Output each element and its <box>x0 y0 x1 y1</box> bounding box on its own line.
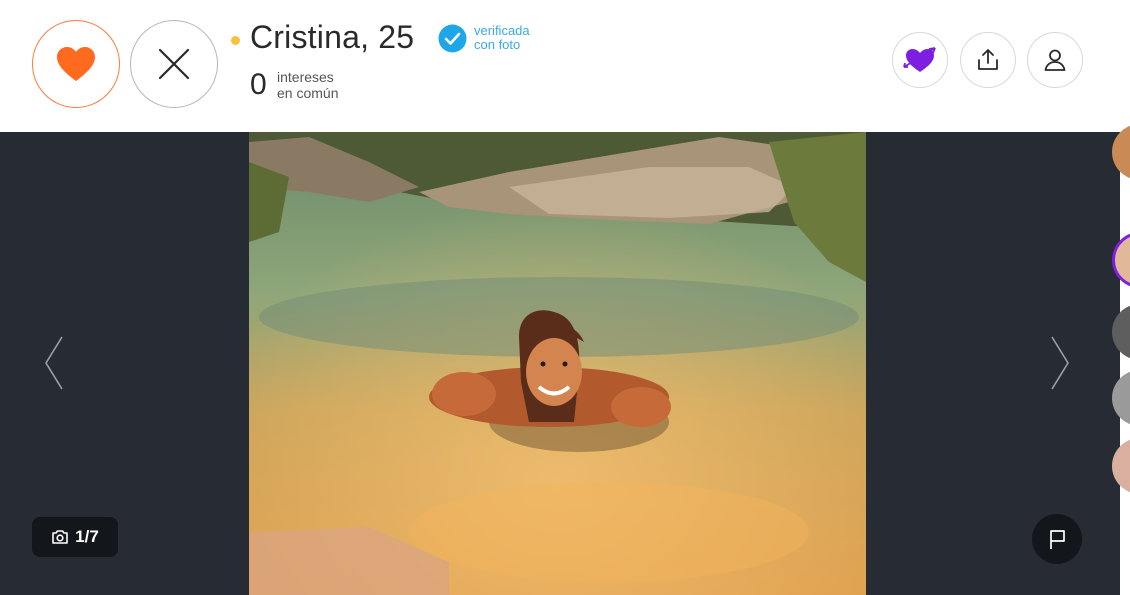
user-icon <box>1044 49 1066 71</box>
share-button[interactable] <box>960 32 1016 88</box>
online-status-dot <box>231 36 240 45</box>
dislike-button[interactable] <box>130 20 218 108</box>
camera-icon <box>52 530 68 544</box>
flag-icon <box>1050 530 1065 549</box>
report-button[interactable] <box>1032 514 1082 564</box>
profile-name: Cristina, 25 <box>250 19 415 55</box>
crush-button[interactable] <box>892 32 948 88</box>
verified-label-line1: verificada <box>474 23 530 38</box>
heart-icon <box>57 47 95 81</box>
close-icon <box>158 48 190 80</box>
verified-label: verificada con foto <box>474 24 530 52</box>
share-icon <box>978 49 998 70</box>
common-interests-line1: intereses <box>277 69 334 85</box>
photo-counter: 1/7 <box>32 517 118 557</box>
like-button[interactable] <box>32 20 120 108</box>
verified-badge-icon <box>438 24 467 53</box>
profile-photo[interactable] <box>249 132 866 595</box>
common-interests-line2: en común <box>277 85 339 101</box>
common-interests-label: intereses en común <box>277 69 338 101</box>
profile-header: Cristina, 25 verificada con foto 0 inter… <box>0 0 1130 132</box>
profile-button[interactable] <box>1027 32 1083 88</box>
heart-arrow-icon <box>903 47 936 72</box>
photo-viewer: 1/7 <box>0 132 1120 595</box>
verified-label-line2: con foto <box>474 37 521 52</box>
profile-suggestions-strip <box>1112 124 1130 595</box>
photo-counter-text: 1/7 <box>75 527 99 546</box>
next-photo-arrow-icon[interactable] <box>1048 335 1072 391</box>
previous-photo-arrow-icon[interactable] <box>42 335 66 391</box>
common-interests-count: 0 <box>250 68 267 101</box>
